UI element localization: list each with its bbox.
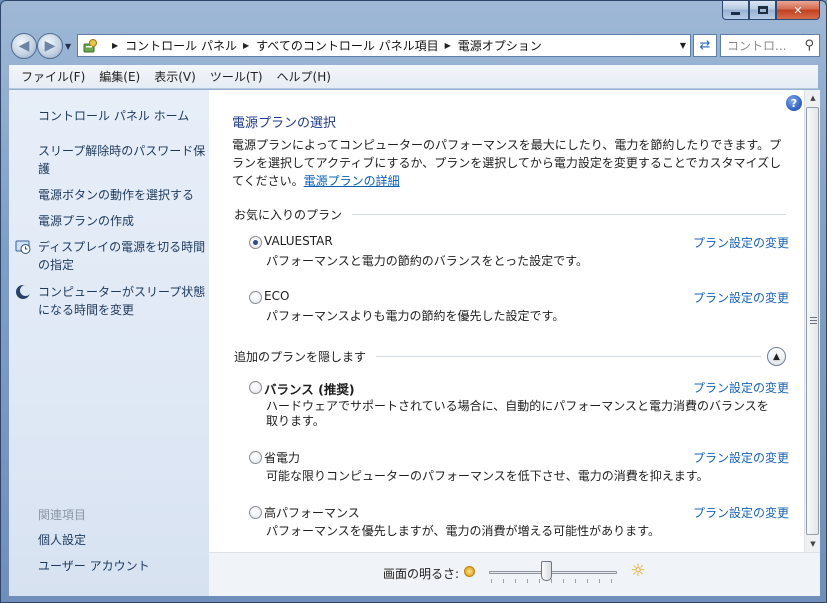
plan-balanced-description: ハードウェアでサポートされている場合に、自動的にパフォーマンスと電力消費のバラン…: [266, 399, 769, 428]
menu-view[interactable]: 表示(V): [154, 68, 196, 85]
refresh-icon: ⇄: [699, 38, 711, 53]
plan-power-saver-change-link[interactable]: プラン設定の変更: [693, 449, 789, 466]
plan-high-performance-description: パフォーマンスを優先しますが、電力の消費が増える可能性があります。: [266, 524, 660, 538]
additional-plans-header: 追加のプランを隠します ▲: [234, 347, 786, 366]
forward-arrow-icon: ▶: [44, 38, 56, 54]
brightness-slider-thumb[interactable]: [541, 561, 553, 581]
display-off-time-link[interactable]: ディスプレイの電源を切る時間の指定: [38, 238, 206, 274]
close-icon: ✕: [793, 3, 803, 17]
minimize-icon: [731, 11, 740, 15]
plan-valuestar-description: パフォーマンスと電力の節約のバランスをとった設定です。: [266, 254, 588, 268]
grip-icon: [810, 317, 817, 324]
search-input[interactable]: コントロ... ⚲: [720, 34, 820, 57]
scroll-up-icon[interactable]: ▲: [805, 90, 821, 106]
control-panel-home-link[interactable]: コントロール パネル ホーム: [38, 107, 206, 125]
back-arrow-icon: ◀: [18, 38, 30, 54]
refresh-button[interactable]: ⇄: [693, 34, 717, 57]
menu-help[interactable]: ヘルプ(H): [277, 68, 331, 85]
menu-file[interactable]: ファイル(F): [21, 68, 85, 85]
vertical-scrollbar[interactable]: ▲ ▼: [804, 90, 820, 552]
search-placeholder: コントロ...: [727, 39, 787, 53]
breadcrumb: ▶ コントロール パネル ▶ すべてのコントロール パネル項目 ▶ 電源オプショ…: [106, 37, 542, 54]
close-button[interactable]: ✕: [776, 1, 820, 20]
sleep-time-link[interactable]: コンピューターがスリープ状態になる時間を変更: [38, 283, 206, 319]
group-divider: [352, 214, 786, 215]
breadcrumb-control-panel[interactable]: コントロール パネル: [125, 37, 237, 54]
plan-power-saver-description: 可能な限りコンピューターのパフォーマンスを低下させ、電力の消費を抑えます。: [266, 469, 709, 483]
crumb-separator-icon: ▶: [242, 41, 250, 50]
brightness-bar: 画面の明るさ: ☼: [209, 552, 820, 596]
group-divider: [376, 356, 761, 357]
additional-header-label: 追加のプランを隠します: [234, 350, 367, 364]
address-row: ◀ ▶ ▼ ▶ コントロール パネル ▶ すべてのコントロール パネル項目 ▶ …: [9, 29, 820, 63]
left-nav-pane: コントロール パネル ホーム スリープ解除時のパスワード保護 電源ボタンの動作を…: [9, 90, 209, 596]
slider-ticks: [491, 579, 617, 583]
power-button-action-link[interactable]: 電源ボタンの動作を選択する: [38, 186, 206, 204]
page-description: 電源プランによってコンピューターのパフォーマンスを最大にしたり、電力を節約したり…: [232, 136, 792, 190]
caption-buttons: ✕: [722, 1, 820, 21]
moon-icon: [15, 284, 31, 300]
page-title: 電源プランの選択: [232, 116, 337, 131]
scroll-thumb[interactable]: [806, 107, 819, 535]
chevron-up-icon: ▲: [773, 351, 780, 362]
forward-button[interactable]: ▶: [37, 33, 63, 59]
plan-balanced-change-link[interactable]: プラン設定の変更: [693, 379, 789, 396]
favorites-header-label: お気に入りのプラン: [234, 208, 343, 222]
plan-eco-radio[interactable]: [249, 291, 262, 304]
plan-valuestar-radio[interactable]: [249, 236, 262, 249]
dim-sun-icon: [464, 566, 475, 577]
breadcrumb-power-options[interactable]: 電源オプション: [458, 37, 542, 54]
maximize-icon: [757, 6, 768, 14]
menu-edit[interactable]: 編集(E): [99, 68, 140, 85]
bright-sun-icon: ☼: [630, 561, 646, 581]
wake-password-link[interactable]: スリープ解除時のパスワード保護: [38, 142, 206, 178]
main-content: ? 電源プランの選択 電源プランによってコンピューターのパフォーマンスを最大にし…: [209, 90, 804, 552]
crumb-separator-icon: ▶: [112, 41, 119, 50]
plan-eco-change-link[interactable]: プラン設定の変更: [693, 289, 789, 306]
plan-valuestar-name[interactable]: VALUESTAR: [264, 234, 333, 248]
user-accounts-link[interactable]: ユーザー アカウント: [38, 557, 206, 575]
brightness-slider-track[interactable]: [489, 571, 617, 574]
crumb-separator-icon: ▶: [444, 41, 451, 50]
favorites-group-header: お気に入りのプラン: [234, 206, 786, 223]
menu-bar: ファイル(F) 編集(E) 表示(V) ツール(T) ヘルプ(H): [9, 65, 818, 89]
plan-eco-description: パフォーマンスよりも電力の節約を優先した設定です。: [266, 309, 565, 323]
plan-eco-name[interactable]: ECO: [264, 289, 289, 303]
related-heading: 関連項目: [38, 508, 87, 522]
help-icon[interactable]: ?: [786, 95, 802, 111]
maximize-button[interactable]: [749, 1, 776, 20]
address-dropdown-icon[interactable]: ▼: [680, 41, 686, 50]
search-icon[interactable]: ⚲: [804, 38, 814, 53]
address-bar[interactable]: ▶ コントロール パネル ▶ すべてのコントロール パネル項目 ▶ 電源オプショ…: [77, 34, 691, 57]
create-plan-link[interactable]: 電源プランの作成: [38, 212, 206, 230]
plan-balanced-radio[interactable]: [249, 381, 262, 394]
back-button[interactable]: ◀: [11, 33, 37, 59]
brightness-label: 画面の明るさ:: [383, 567, 460, 581]
breadcrumb-all-items[interactable]: すべてのコントロール パネル項目: [256, 37, 439, 54]
plan-high-performance-radio[interactable]: [249, 506, 262, 519]
plan-valuestar-change-link[interactable]: プラン設定の変更: [693, 234, 789, 251]
minimize-button[interactable]: [722, 1, 749, 20]
plan-power-saver-radio[interactable]: [249, 451, 262, 464]
window-frame: ✕ ◀ ▶ ▼ ▶ コントロール パネル ▶ すべてのコントロール パネル項目 …: [0, 0, 827, 603]
menu-tools[interactable]: ツール(T): [210, 68, 263, 85]
control-panel-icon: [82, 38, 100, 54]
plan-high-performance-change-link[interactable]: プラン設定の変更: [693, 504, 789, 521]
collapse-button[interactable]: ▲: [767, 347, 786, 366]
display-clock-icon: [15, 239, 31, 255]
recent-pages-dropdown[interactable]: ▼: [65, 42, 71, 51]
scroll-down-icon[interactable]: ▼: [805, 536, 821, 552]
plan-balanced-name[interactable]: バランス (推奨): [264, 379, 355, 398]
plan-high-performance-name[interactable]: 高パフォーマンス: [264, 504, 360, 521]
plan-details-link[interactable]: 電源プランの詳細: [304, 174, 400, 188]
plan-power-saver-name[interactable]: 省電力: [264, 449, 300, 466]
personalization-link[interactable]: 個人設定: [38, 531, 206, 549]
